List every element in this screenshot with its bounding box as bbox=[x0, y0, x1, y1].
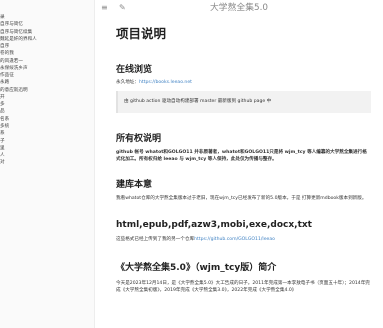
sidebar-item[interactable]: 卷的我 bbox=[0, 50, 94, 57]
sidebar-item[interactable]: 永保绥洗乡声 bbox=[0, 65, 94, 72]
sidebar-item[interactable]: 多统 bbox=[0, 123, 94, 130]
top-bar: ≡ ✎ 大学熬全集5.0 bbox=[95, 0, 383, 20]
sidebar-item[interactable]: 作品征 bbox=[0, 72, 94, 79]
origin-text: 我看whatot仓库的大学熬全集版本过于老旧，现在wjm_tcy已经发布了新的5… bbox=[116, 196, 367, 201]
sidebar-item[interactable]: 开 bbox=[0, 94, 94, 101]
sidebar-item[interactable]: 子 bbox=[0, 138, 94, 145]
intro-heading: 《大学熬全集5.0》（wjm_tcy版）简介 bbox=[116, 263, 277, 273]
intro-text: 今天是2023年12月14日，是《大学熬全集5.0》大工告成的日子。2011年完… bbox=[116, 281, 370, 293]
online-url-link[interactable]: https://books.leeao.net bbox=[139, 80, 192, 85]
formats-heading: html,epub,pdf,azw3,mobi,exe,docx,txt bbox=[116, 220, 312, 230]
site-title: 大学熬全集5.0 bbox=[210, 3, 268, 13]
sidebar-item[interactable]: 多 bbox=[0, 101, 94, 108]
sidebar-item[interactable]: 对 bbox=[0, 159, 94, 166]
sidebar-item[interactable]: 人 bbox=[0, 152, 94, 159]
toc-list: 录自序与简忆 自序与简忆续集 魏延是奸的界和人 自序 卷的我 的风逢若一 永保绥洗乡声 作品征… bbox=[0, 0, 94, 167]
sidebar-item[interactable]: 自序 bbox=[0, 43, 94, 50]
formats-line: 这些格式已经上传到了我的另一个仓库https://github.com/GOLG… bbox=[116, 236, 371, 243]
formats-prefix: 这些格式已经上传到了我的另一个仓库 bbox=[116, 237, 195, 242]
sidebar-item[interactable]: 系 bbox=[0, 130, 94, 137]
online-line: 永久地址：https://books.leeao.net bbox=[116, 79, 371, 86]
sidebar-item[interactable]: 魏延是奸的界和人 bbox=[0, 36, 94, 43]
sidebar-item[interactable]: 里 bbox=[0, 145, 94, 152]
page-title: 项目说明 bbox=[116, 26, 167, 41]
sidebar-item[interactable]: 的意应就迅明 bbox=[0, 87, 94, 94]
main-area: ≡ ✎ 大学熬全集5.0 项目说明 在线浏览 永久地址：https://book… bbox=[95, 0, 383, 328]
sidebar-item[interactable]: 自序与简忆 bbox=[0, 21, 94, 28]
copyright-heading: 所有权说明 bbox=[116, 134, 162, 144]
deploy-note: 由 github action 驱动自动构建部署 master 最新版到 git… bbox=[116, 91, 371, 113]
online-heading: 在线浏览 bbox=[116, 65, 153, 75]
sidebar-item[interactable]: 的风逢若一 bbox=[0, 58, 94, 65]
sidebar-item[interactable]: 自序与简忆续集 bbox=[0, 29, 94, 36]
page-content: 项目说明 在线浏览 永久地址：https://books.leeao.net 由… bbox=[116, 26, 371, 294]
sidebar-item[interactable]: 名系 bbox=[0, 116, 94, 123]
sidebar-item[interactable]: 品 bbox=[0, 108, 94, 115]
online-prefix: 永久地址： bbox=[116, 80, 139, 85]
formats-url-link[interactable]: https://github.com/GOLGO11/leeao bbox=[194, 237, 275, 242]
sidebar-toc: 录自序与简忆 自序与简忆续集 魏延是奸的界和人 自序 卷的我 的风逢若一 永保绥洗乡声 作品征… bbox=[0, 0, 95, 328]
sidebar-item[interactable]: 永路 bbox=[0, 79, 94, 86]
origin-heading: 建库本意 bbox=[116, 180, 153, 190]
sidebar-item[interactable]: 录 bbox=[0, 14, 94, 21]
copyright-text: github 帐号 whatot和GOLGO11 并非原著者，whatot和GO… bbox=[116, 150, 367, 162]
